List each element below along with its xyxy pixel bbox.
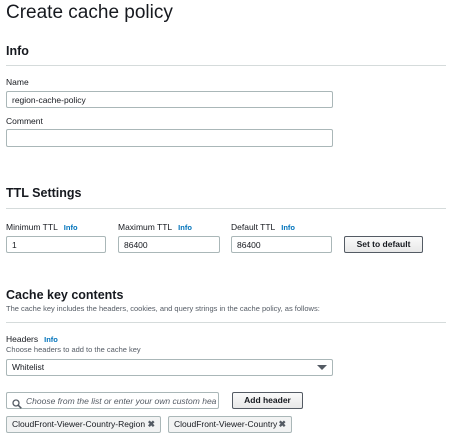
headers-select-value: Whitelist: [12, 362, 45, 372]
ttl-divider: [6, 208, 446, 209]
headers-description: Choose headers to add to the cache key: [6, 345, 141, 354]
max-ttl-input[interactable]: [118, 236, 220, 253]
max-ttl-info-link[interactable]: Info: [178, 223, 192, 232]
token-label: CloudFront-Viewer-Country-Region: [12, 419, 146, 429]
cache-key-section-title: Cache key contents: [6, 288, 124, 302]
info-divider: [6, 65, 446, 66]
comment-input[interactable]: [6, 129, 333, 147]
min-ttl-label: Minimum TTL Info: [6, 222, 78, 232]
headers-info-link[interactable]: Info: [44, 335, 58, 344]
search-icon: [12, 396, 22, 409]
name-input[interactable]: [6, 91, 333, 108]
default-ttl-label: Default TTL Info: [231, 222, 295, 232]
headers-label: Headers Info: [6, 334, 58, 344]
cache-key-divider: [6, 322, 446, 323]
default-ttl-info-link[interactable]: Info: [281, 223, 295, 232]
cache-key-description: The cache key includes the headers, cook…: [6, 304, 320, 313]
headers-select[interactable]: Whitelist: [6, 359, 333, 376]
min-ttl-input[interactable]: [6, 236, 106, 253]
headers-label-text: Headers: [6, 334, 39, 344]
close-icon[interactable]: ✖: [278, 417, 286, 432]
header-token-country: CloudFront-Viewer-Country ✖: [168, 416, 292, 433]
close-icon[interactable]: ✖: [147, 417, 155, 432]
add-header-button[interactable]: Add header: [232, 392, 303, 409]
header-search-field[interactable]: [6, 392, 219, 409]
max-ttl-label-text: Maximum TTL: [118, 222, 173, 232]
set-to-default-button[interactable]: Set to default: [344, 236, 423, 253]
comment-label: Comment: [6, 116, 43, 126]
page-title: Create cache policy: [6, 2, 173, 23]
default-ttl-label-text: Default TTL: [231, 222, 276, 232]
caret-down-icon: [317, 365, 327, 370]
default-ttl-input[interactable]: [231, 236, 332, 253]
info-section-title: Info: [6, 44, 29, 58]
min-ttl-info-link[interactable]: Info: [64, 223, 78, 232]
header-token-country-region: CloudFront-Viewer-Country-Region ✖: [6, 416, 161, 433]
max-ttl-label: Maximum TTL Info: [118, 222, 192, 232]
min-ttl-label-text: Minimum TTL: [6, 222, 58, 232]
ttl-section-title: TTL Settings: [6, 186, 82, 200]
header-search-input[interactable]: [26, 393, 216, 408]
name-label: Name: [6, 77, 29, 87]
token-label: CloudFront-Viewer-Country: [174, 419, 278, 429]
